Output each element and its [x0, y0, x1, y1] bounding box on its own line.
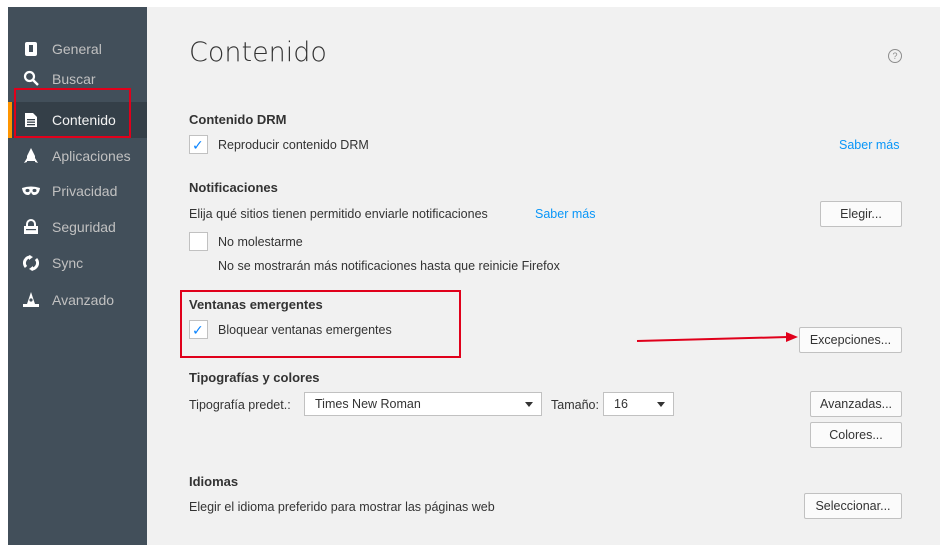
annotation-arrow	[636, 332, 798, 342]
